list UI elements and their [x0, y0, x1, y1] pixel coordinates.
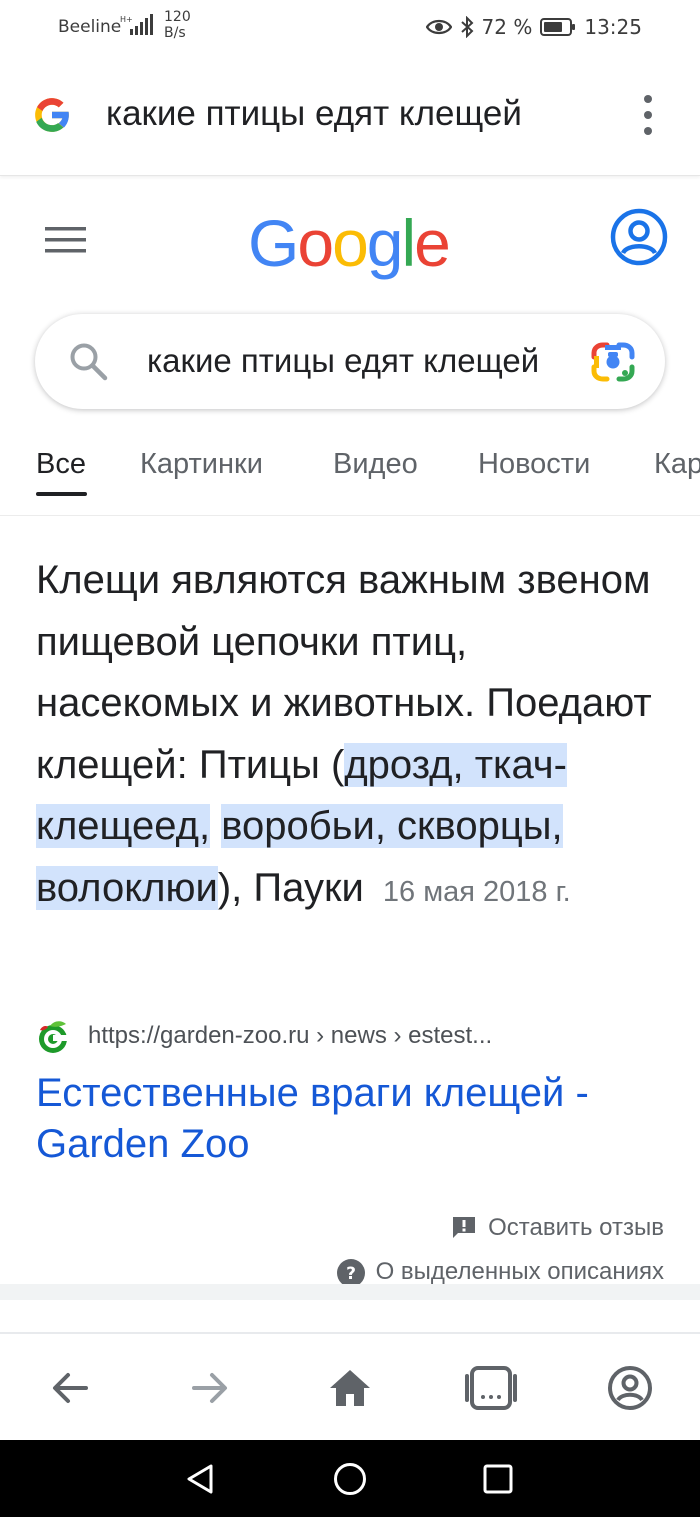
- search-icon[interactable]: [67, 340, 109, 382]
- nav-recents-icon[interactable]: [483, 1464, 513, 1494]
- system-nav-bar: [0, 1440, 700, 1517]
- menu-icon[interactable]: [44, 222, 88, 258]
- browser-bottom-nav: [0, 1334, 700, 1440]
- network-speed-value: 120: [164, 9, 191, 25]
- network-speed-unit: B/s: [164, 25, 186, 41]
- section-divider: [0, 1284, 700, 1300]
- about-snippets-link[interactable]: ? О выделенных описаниях: [336, 1258, 664, 1284]
- google-lens-icon[interactable]: [590, 340, 636, 384]
- search-input[interactable]: какие птицы едят клещей: [147, 342, 563, 380]
- featured-snippet: Клещи являются важным звеном пищевой цеп…: [36, 550, 676, 923]
- nav-back-icon[interactable]: [183, 1462, 217, 1496]
- search-box[interactable]: какие птицы едят клещей: [35, 314, 665, 409]
- account-icon[interactable]: [609, 207, 669, 267]
- back-arrow-icon[interactable]: [46, 1364, 94, 1412]
- eye-icon: [425, 19, 452, 35]
- tab-maps[interactable]: Кар: [654, 448, 700, 481]
- help-icon: ?: [336, 1259, 365, 1284]
- battery-icon: [540, 18, 576, 36]
- google-logo: Google: [248, 206, 451, 280]
- svg-text:?: ?: [346, 1264, 356, 1284]
- leave-feedback-button[interactable]: Оставить отзыв: [450, 1214, 664, 1242]
- home-icon[interactable]: [326, 1364, 374, 1412]
- google-g-icon[interactable]: [30, 93, 74, 137]
- site-favicon-icon[interactable]: [36, 1020, 70, 1056]
- result-title-link[interactable]: Естественные враги клещей - Garden Zoo: [36, 1068, 676, 1170]
- snippet-highlight: волоклюи: [36, 865, 218, 910]
- tabs-icon[interactable]: [464, 1364, 518, 1412]
- app-bar-query[interactable]: какие птицы едят клещей: [106, 94, 606, 134]
- tab-videos[interactable]: Видео: [333, 448, 418, 481]
- leave-feedback-label: Оставить отзыв: [488, 1214, 664, 1241]
- profile-icon[interactable]: [606, 1364, 654, 1412]
- clock: 13:25: [584, 15, 642, 39]
- feedback-icon: [453, 1217, 476, 1238]
- bluetooth-icon: [460, 16, 473, 38]
- status-bar: Beeline H+ 120 B/s 72 % 13:25: [0, 0, 700, 56]
- about-snippets-label: О выделенных описаниях: [375, 1258, 664, 1284]
- snippet-highlight: воробьи, скворцы,: [221, 804, 563, 848]
- more-vert-icon[interactable]: [634, 92, 662, 138]
- signal-icon: H+: [120, 14, 153, 35]
- battery-percent: 72 %: [481, 15, 533, 39]
- tab-all[interactable]: Все: [36, 448, 86, 481]
- forward-arrow-icon[interactable]: [186, 1364, 234, 1412]
- app-bar: какие птицы едят клещей: [0, 56, 700, 176]
- tab-images[interactable]: Картинки: [140, 448, 263, 481]
- search-tabs: Все Картинки Видео Новости Кар: [0, 430, 700, 516]
- snippet-text-end: ), Пауки: [217, 865, 364, 910]
- tab-news[interactable]: Новости: [478, 448, 590, 481]
- active-tab-indicator: [36, 492, 87, 496]
- nav-home-icon[interactable]: [333, 1462, 367, 1496]
- result-url[interactable]: https://garden-zoo.ru › news › estest...: [88, 1022, 492, 1050]
- status-right: 72 % 13:25: [425, 14, 642, 40]
- svg-text:H+: H+: [120, 15, 133, 24]
- snippet-date: 16 мая 2018 г.: [382, 875, 571, 908]
- network-speed: 120 B/s: [164, 9, 191, 41]
- carrier-name: Beeline: [58, 17, 122, 37]
